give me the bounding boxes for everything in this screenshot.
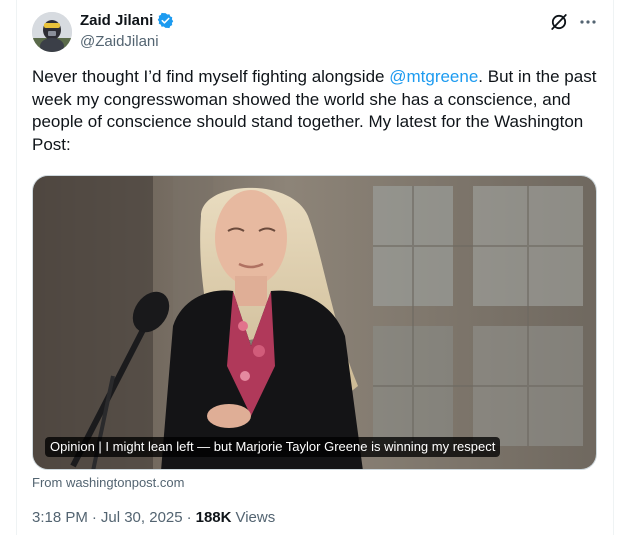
meta-separator: · — [186, 509, 192, 526]
more-icon[interactable] — [578, 12, 598, 32]
views-label: Views — [235, 509, 276, 526]
author-name-row[interactable]: Zaid Jilani — [80, 12, 174, 29]
card-image — [33, 176, 596, 469]
tweet-text: Never thought I’d find myself fighting a… — [32, 66, 602, 156]
views-count: 188K — [195, 509, 232, 526]
verified-badge-icon[interactable] — [157, 12, 174, 29]
tweet-meta: 3:18 PM · Jul 30, 2025 · 188K Views — [32, 509, 275, 526]
author-handle[interactable]: @ZaidJilani — [80, 33, 159, 50]
avatar[interactable] — [32, 12, 72, 52]
tweet-text-before: Never thought I’d find myself fighting a… — [32, 67, 390, 86]
meta-separator: · — [91, 509, 97, 526]
link-card[interactable]: Opinion | I might lean left — but Marjor… — [32, 175, 597, 470]
card-source[interactable]: From washingtonpost.com — [32, 475, 184, 490]
tweet-date[interactable]: Jul 30, 2025 — [101, 509, 183, 526]
grok-icon[interactable] — [549, 12, 569, 32]
tweet-time[interactable]: 3:18 PM — [32, 509, 88, 526]
card-caption[interactable]: Opinion | I might lean left — but Marjor… — [45, 437, 501, 457]
mention-link[interactable]: @mtgreene — [389, 67, 478, 86]
author-name[interactable]: Zaid Jilani — [80, 12, 153, 29]
